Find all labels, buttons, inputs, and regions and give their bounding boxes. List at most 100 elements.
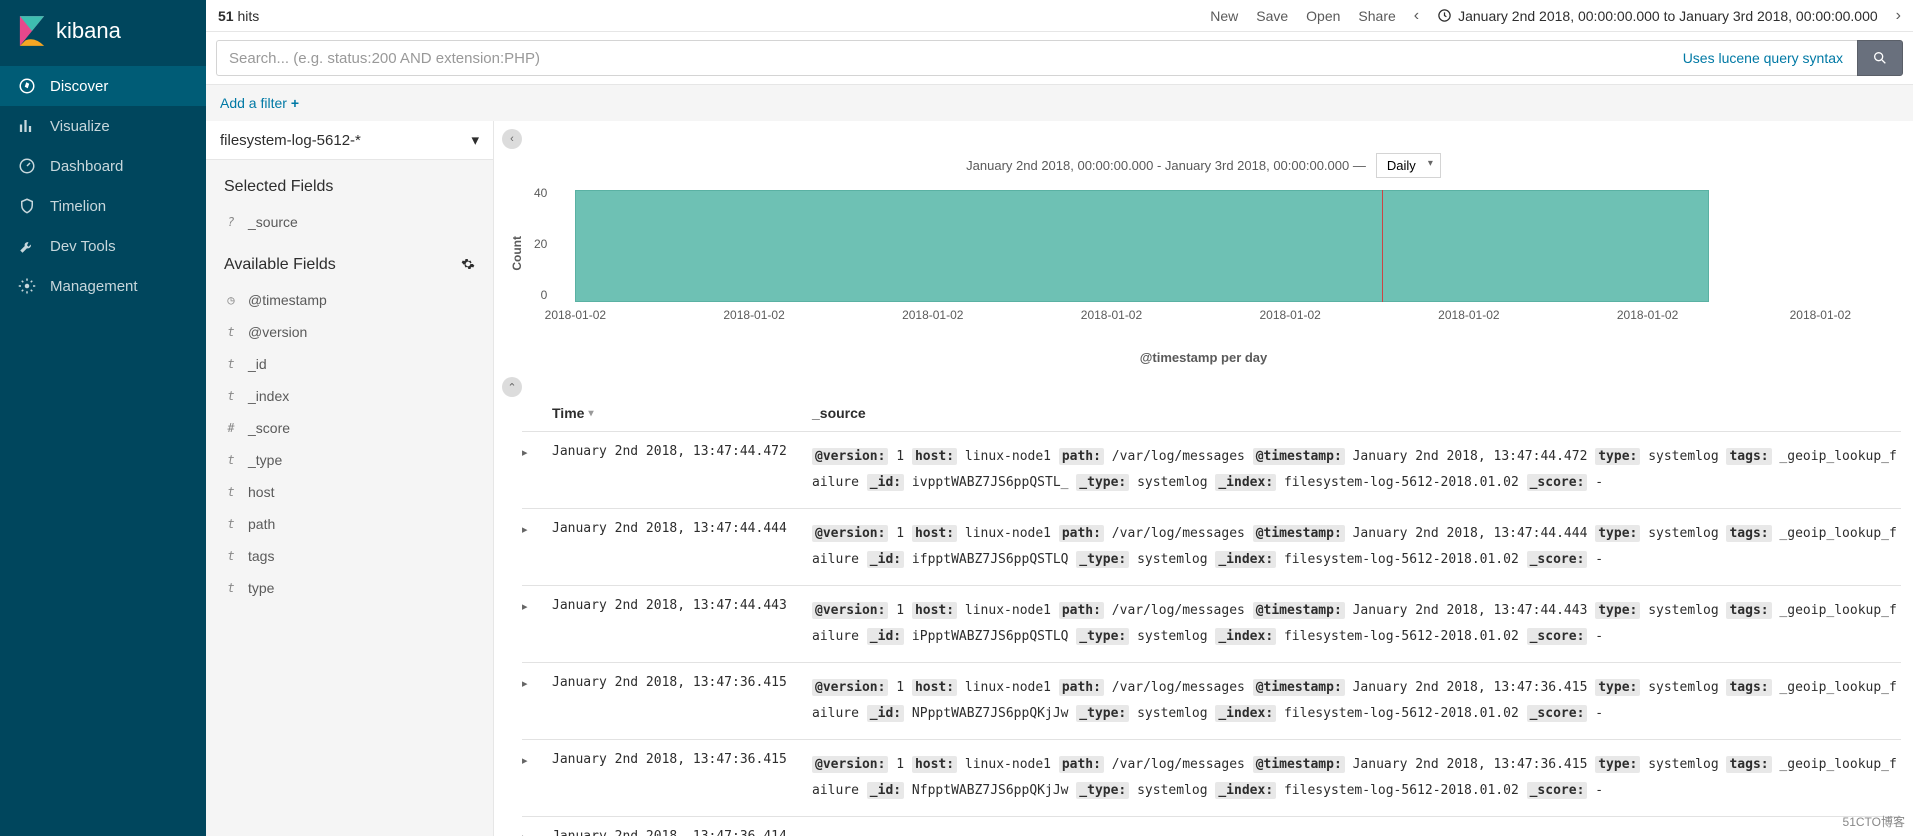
index-pattern-select[interactable]: filesystem-log-5612-* ▾ [206,121,493,160]
open-button[interactable]: Open [1306,8,1340,24]
time-prev-icon[interactable]: ‹ [1414,7,1419,25]
nav-label: Dashboard [50,158,123,175]
field-key: _index: [1215,782,1276,799]
x-tick: 2018-01-02 [1438,308,1499,322]
compass-icon [18,77,36,95]
bar-chart-icon [18,117,36,135]
field-key: host: [912,448,957,465]
field-key: _index: [1215,474,1276,491]
column-source[interactable]: _source [812,405,1901,421]
table-row: ▸ January 2nd 2018, 13:47:44.443 @versio… [522,586,1901,663]
field-key: host: [912,756,957,773]
collapse-chart-button[interactable]: ⌃ [502,377,522,397]
sort-desc-icon: ▾ [588,408,593,419]
expand-row-button[interactable]: ▸ [522,675,552,690]
field-key: path: [1059,756,1104,773]
field-key: _type: [1076,628,1129,645]
field-key: tags: [1726,756,1771,773]
field-key: _id: [867,782,904,799]
save-button[interactable]: Save [1256,8,1288,24]
lucene-syntax-link[interactable]: Uses lucene query syntax [1669,40,1857,76]
table-row: ▸ January 2nd 2018, 13:47:36.415 @versio… [522,663,1901,740]
cell-source: @version: 1 host: linux-node1 path: /var… [812,444,1901,496]
time-range[interactable]: January 2nd 2018, 00:00:00.000 to Januar… [1437,8,1878,24]
field-key: tags: [1726,679,1771,696]
field-path[interactable]: tpath [206,508,493,540]
nav-dev-tools[interactable]: Dev Tools [0,226,206,266]
nav-discover[interactable]: Discover [0,66,206,106]
results: ‹ January 2nd 2018, 00:00:00.000 - Janua… [494,121,1913,836]
expand-row-button[interactable]: ▸ [522,444,552,459]
table-row: ▸ January 2nd 2018, 13:47:36.415 @versio… [522,740,1901,817]
interval-select[interactable]: Daily [1376,153,1441,178]
field-key: tags: [1726,602,1771,619]
selected-fields-title: Selected Fields [206,160,493,206]
time-marker [1382,190,1383,302]
logo-row[interactable]: kibana [0,0,206,66]
field-tags[interactable]: ttags [206,540,493,572]
cell-source: @version: 1 host: linux-node1 path: /var… [812,752,1901,804]
field-id[interactable]: t_id [206,348,493,380]
kibana-logo-icon [18,14,46,48]
field-key: @version: [812,602,888,619]
cell-source: @version: 1 host: linux-node1 path: /var… [812,598,1901,650]
field-name: _type [248,452,282,468]
expand-row-button[interactable]: ▸ [522,598,552,613]
x-tick: 2018-01-02 [1081,308,1142,322]
field-type-icon: t [224,549,238,563]
nav-management[interactable]: Management [0,266,206,306]
field-key: _type: [1076,782,1129,799]
expand-row-button[interactable]: ▸ [522,521,552,536]
field-source[interactable]: ?_source [206,206,493,238]
column-time[interactable]: Time ▾ [552,405,812,421]
field-type[interactable]: ttype [206,572,493,604]
x-tick: 2018-01-02 [723,308,784,322]
index-pattern-value: filesystem-log-5612-* [220,132,361,149]
field-version[interactable]: t @version [206,316,493,348]
field-type-icon: t [224,517,238,531]
field-name: @version [248,324,307,340]
field-name: path [248,516,275,532]
search-button[interactable] [1857,40,1903,76]
search-input[interactable] [216,40,1669,76]
field-key: path: [1059,448,1104,465]
field-key: _id: [867,474,904,491]
histogram-chart[interactable]: Count 40 20 0 2018-01-022018-01-022018-0… [494,186,1913,346]
field-type-icon: t [224,453,238,467]
histogram-bar[interactable] [575,190,1709,302]
field-index[interactable]: t_index [206,380,493,412]
x-axis-label: @timestamp per day [494,346,1913,373]
field-key: @timestamp: [1253,525,1345,542]
field-type-icon: t [224,357,238,371]
documents-table: Time ▾ _source ▸ January 2nd 2018, 13:47… [494,397,1913,836]
field-key: tags: [1726,525,1771,542]
field-type-icon: t [224,325,238,339]
fields-settings-button[interactable] [461,257,475,274]
expand-row-button[interactable]: ▸ [522,829,552,836]
fields-panel: filesystem-log-5612-* ▾ Selected Fields … [206,121,494,836]
nav-dashboard[interactable]: Dashboard [0,146,206,186]
field-key: _index: [1215,551,1276,568]
field-key: _type: [1076,705,1129,722]
wrench-icon [18,237,36,255]
new-button[interactable]: New [1210,8,1238,24]
field-type[interactable]: t _type [206,444,493,476]
share-button[interactable]: Share [1358,8,1395,24]
field-key: _score: [1527,705,1588,722]
nav-visualize[interactable]: Visualize [0,106,206,146]
main: 51 hits New Save Open Share ‹ January 2n… [206,0,1913,836]
field-score[interactable]: #_score [206,412,493,444]
field-host[interactable]: thost [206,476,493,508]
field-key: @version: [812,525,888,542]
x-axis-ticks: 2018-01-022018-01-022018-01-022018-01-02… [575,308,1709,322]
field-timestamp[interactable]: ◷@timestamp [206,284,493,316]
collapse-fields-button[interactable]: ‹ [502,129,522,149]
field-key: type: [1595,602,1640,619]
chart-range-text: January 2nd 2018, 00:00:00.000 - January… [966,158,1366,173]
expand-row-button[interactable]: ▸ [522,752,552,767]
field-key: path: [1059,679,1104,696]
time-next-icon[interactable]: › [1896,7,1901,25]
nav-timelion[interactable]: Timelion [0,186,206,226]
table-row: ▸ January 2nd 2018, 13:47:44.444 @versio… [522,509,1901,586]
add-filter-button[interactable]: Add a filter + [220,95,299,111]
